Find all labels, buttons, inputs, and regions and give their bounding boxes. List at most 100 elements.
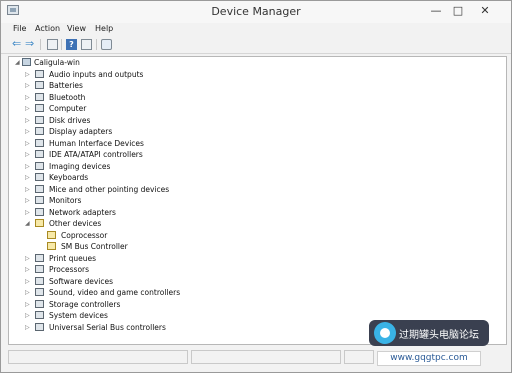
display-adapter-icon: [35, 127, 44, 135]
tree-child-item[interactable]: SM Bus Controller: [37, 241, 337, 252]
monitor-icon: [35, 196, 44, 204]
tree-item-label: Coprocessor: [61, 230, 108, 240]
tree-item-label: Sound, video and game controllers: [49, 288, 181, 297]
storage-icon: [35, 299, 44, 308]
tree-child-item[interactable]: Coprocessor: [37, 230, 337, 241]
tree-item[interactable]: ▷ Universal Serial Bus controllers: [25, 322, 325, 333]
tree-item[interactable]: ▷ Batteries: [25, 80, 325, 91]
scan-hardware-icon[interactable]: [101, 39, 112, 50]
tree-item[interactable]: ▷ Print queues: [25, 253, 325, 264]
expand-arrow-icon[interactable]: ▷: [25, 103, 30, 114]
tree-item[interactable]: ▷ Network adapters: [25, 207, 325, 218]
minimize-button[interactable]: —: [427, 3, 445, 19]
pane-icon[interactable]: [81, 39, 92, 50]
tree-item[interactable]: ▷ Bluetooth: [25, 92, 325, 103]
help-icon[interactable]: ?: [66, 39, 77, 50]
tree-item-label: Network adapters: [49, 207, 116, 217]
tree-item-label: Human Interface Devices: [49, 138, 144, 148]
hid-icon: [35, 138, 44, 147]
tree-item[interactable]: ▷ Sound, video and game controllers: [25, 287, 325, 298]
usb-icon: [35, 322, 44, 331]
tree-item[interactable]: ▷ Monitors: [25, 195, 325, 206]
expand-arrow-icon[interactable]: ▷: [25, 92, 30, 103]
expand-arrow-icon[interactable]: ▷: [25, 195, 30, 206]
expand-arrow-icon[interactable]: ▷: [25, 287, 30, 298]
expand-arrow-icon[interactable]: ▷: [25, 69, 30, 80]
expand-arrow-icon[interactable]: ▷: [25, 80, 30, 91]
tree-item-label: IDE ATA/ATAPI controllers: [49, 150, 143, 159]
tree-item[interactable]: ▷ Software devices: [25, 276, 325, 287]
menu-help[interactable]: Help: [95, 24, 113, 33]
tree-item[interactable]: ▷ Imaging devices: [25, 161, 325, 172]
tree-item-label: Keyboards: [49, 173, 89, 182]
expand-arrow-icon[interactable]: ▷: [25, 138, 30, 149]
tree-item[interactable]: ◢ Other devices: [25, 218, 325, 229]
tree-item-label: Software devices: [49, 276, 113, 286]
collapse-arrow-icon[interactable]: ◢: [25, 218, 30, 229]
expand-arrow-icon[interactable]: ▷: [25, 299, 30, 310]
device-tree[interactable]: ◢ Caligula-win ▷ Audio inputs and output…: [8, 56, 507, 345]
expand-arrow-icon[interactable]: ▷: [25, 149, 30, 160]
software-device-icon: [35, 276, 44, 285]
tree-item[interactable]: ▷ Disk drives: [25, 115, 325, 126]
toolbar-separator: [96, 39, 97, 50]
collapse-arrow-icon[interactable]: ◢: [15, 57, 20, 68]
keyboard-icon: [35, 173, 44, 181]
tree-item[interactable]: ▷ IDE ATA/ATAPI controllers: [25, 149, 325, 160]
tree-item-label: System devices: [49, 311, 108, 320]
tree-item[interactable]: ▷ Display adapters: [25, 126, 325, 137]
expand-arrow-icon[interactable]: ▷: [25, 322, 30, 333]
tree-root[interactable]: ◢ Caligula-win: [15, 57, 215, 68]
tree-item-label: Audio inputs and outputs: [49, 69, 144, 79]
watermark-logo-icon: [374, 322, 396, 344]
printer-icon: [35, 253, 44, 262]
warning-device-icon: [47, 242, 56, 250]
tree-item[interactable]: ▷ Keyboards: [25, 172, 325, 183]
watermark: 过期罐头电脑论坛 www.gqgtpc.com: [369, 320, 489, 368]
tree-item[interactable]: ▷ System devices: [25, 310, 325, 321]
expand-arrow-icon[interactable]: ▷: [25, 264, 30, 275]
expand-arrow-icon[interactable]: ▷: [25, 115, 30, 126]
expand-arrow-icon[interactable]: ▷: [25, 207, 30, 218]
properties-icon[interactable]: [47, 39, 58, 50]
unknown-device-icon: [35, 219, 44, 227]
expand-arrow-icon[interactable]: ▷: [25, 172, 30, 183]
tree-item[interactable]: ▷ Computer: [25, 103, 325, 114]
tree-item[interactable]: ▷ Audio inputs and outputs: [25, 69, 325, 80]
tree-item[interactable]: ▷ Human Interface Devices: [25, 138, 325, 149]
watermark-banner: 过期罐头电脑论坛: [369, 320, 489, 346]
expand-arrow-icon[interactable]: ▷: [25, 310, 30, 321]
tree-item-label: Computer: [49, 104, 87, 113]
tree-item[interactable]: ▷ Processors: [25, 264, 325, 275]
network-icon: [35, 207, 44, 216]
bluetooth-icon: [35, 92, 44, 101]
watermark-title: 过期罐头电脑论坛: [399, 330, 479, 341]
expand-arrow-icon[interactable]: ▷: [25, 184, 30, 195]
back-icon[interactable]: ⇐: [12, 38, 23, 50]
computer-icon: [35, 104, 44, 112]
tree-item-label: Processors: [49, 265, 90, 274]
tree-item-label: Display adapters: [49, 127, 113, 136]
expand-arrow-icon[interactable]: ▷: [25, 276, 30, 287]
tree-item-label: Print queues: [49, 253, 97, 263]
tree-item-label: Other devices: [49, 219, 102, 228]
menu-bar: File Action View Help: [1, 23, 511, 36]
tree-item-label: Disk drives: [49, 115, 91, 125]
ide-icon: [35, 150, 44, 158]
menu-view[interactable]: View: [67, 24, 86, 33]
status-cell: [8, 350, 188, 364]
title-bar: Device Manager — □ ✕: [1, 1, 511, 23]
toolbar-separator: [40, 39, 41, 50]
tree-item[interactable]: ▷ Storage controllers: [25, 299, 325, 310]
expand-arrow-icon[interactable]: ▷: [25, 253, 30, 264]
forward-icon[interactable]: ⇒: [25, 38, 36, 50]
expand-arrow-icon[interactable]: ▷: [25, 126, 30, 137]
maximize-button[interactable]: □: [449, 3, 467, 19]
watermark-url: www.gqgtpc.com: [377, 351, 481, 366]
menu-action[interactable]: Action: [35, 24, 60, 33]
menu-file[interactable]: File: [13, 24, 26, 33]
close-button[interactable]: ✕: [470, 3, 500, 19]
tree-item[interactable]: ▷ Mice and other pointing devices: [25, 184, 325, 195]
toolbar: ⇐ ⇒ ?: [1, 36, 511, 54]
expand-arrow-icon[interactable]: ▷: [25, 161, 30, 172]
